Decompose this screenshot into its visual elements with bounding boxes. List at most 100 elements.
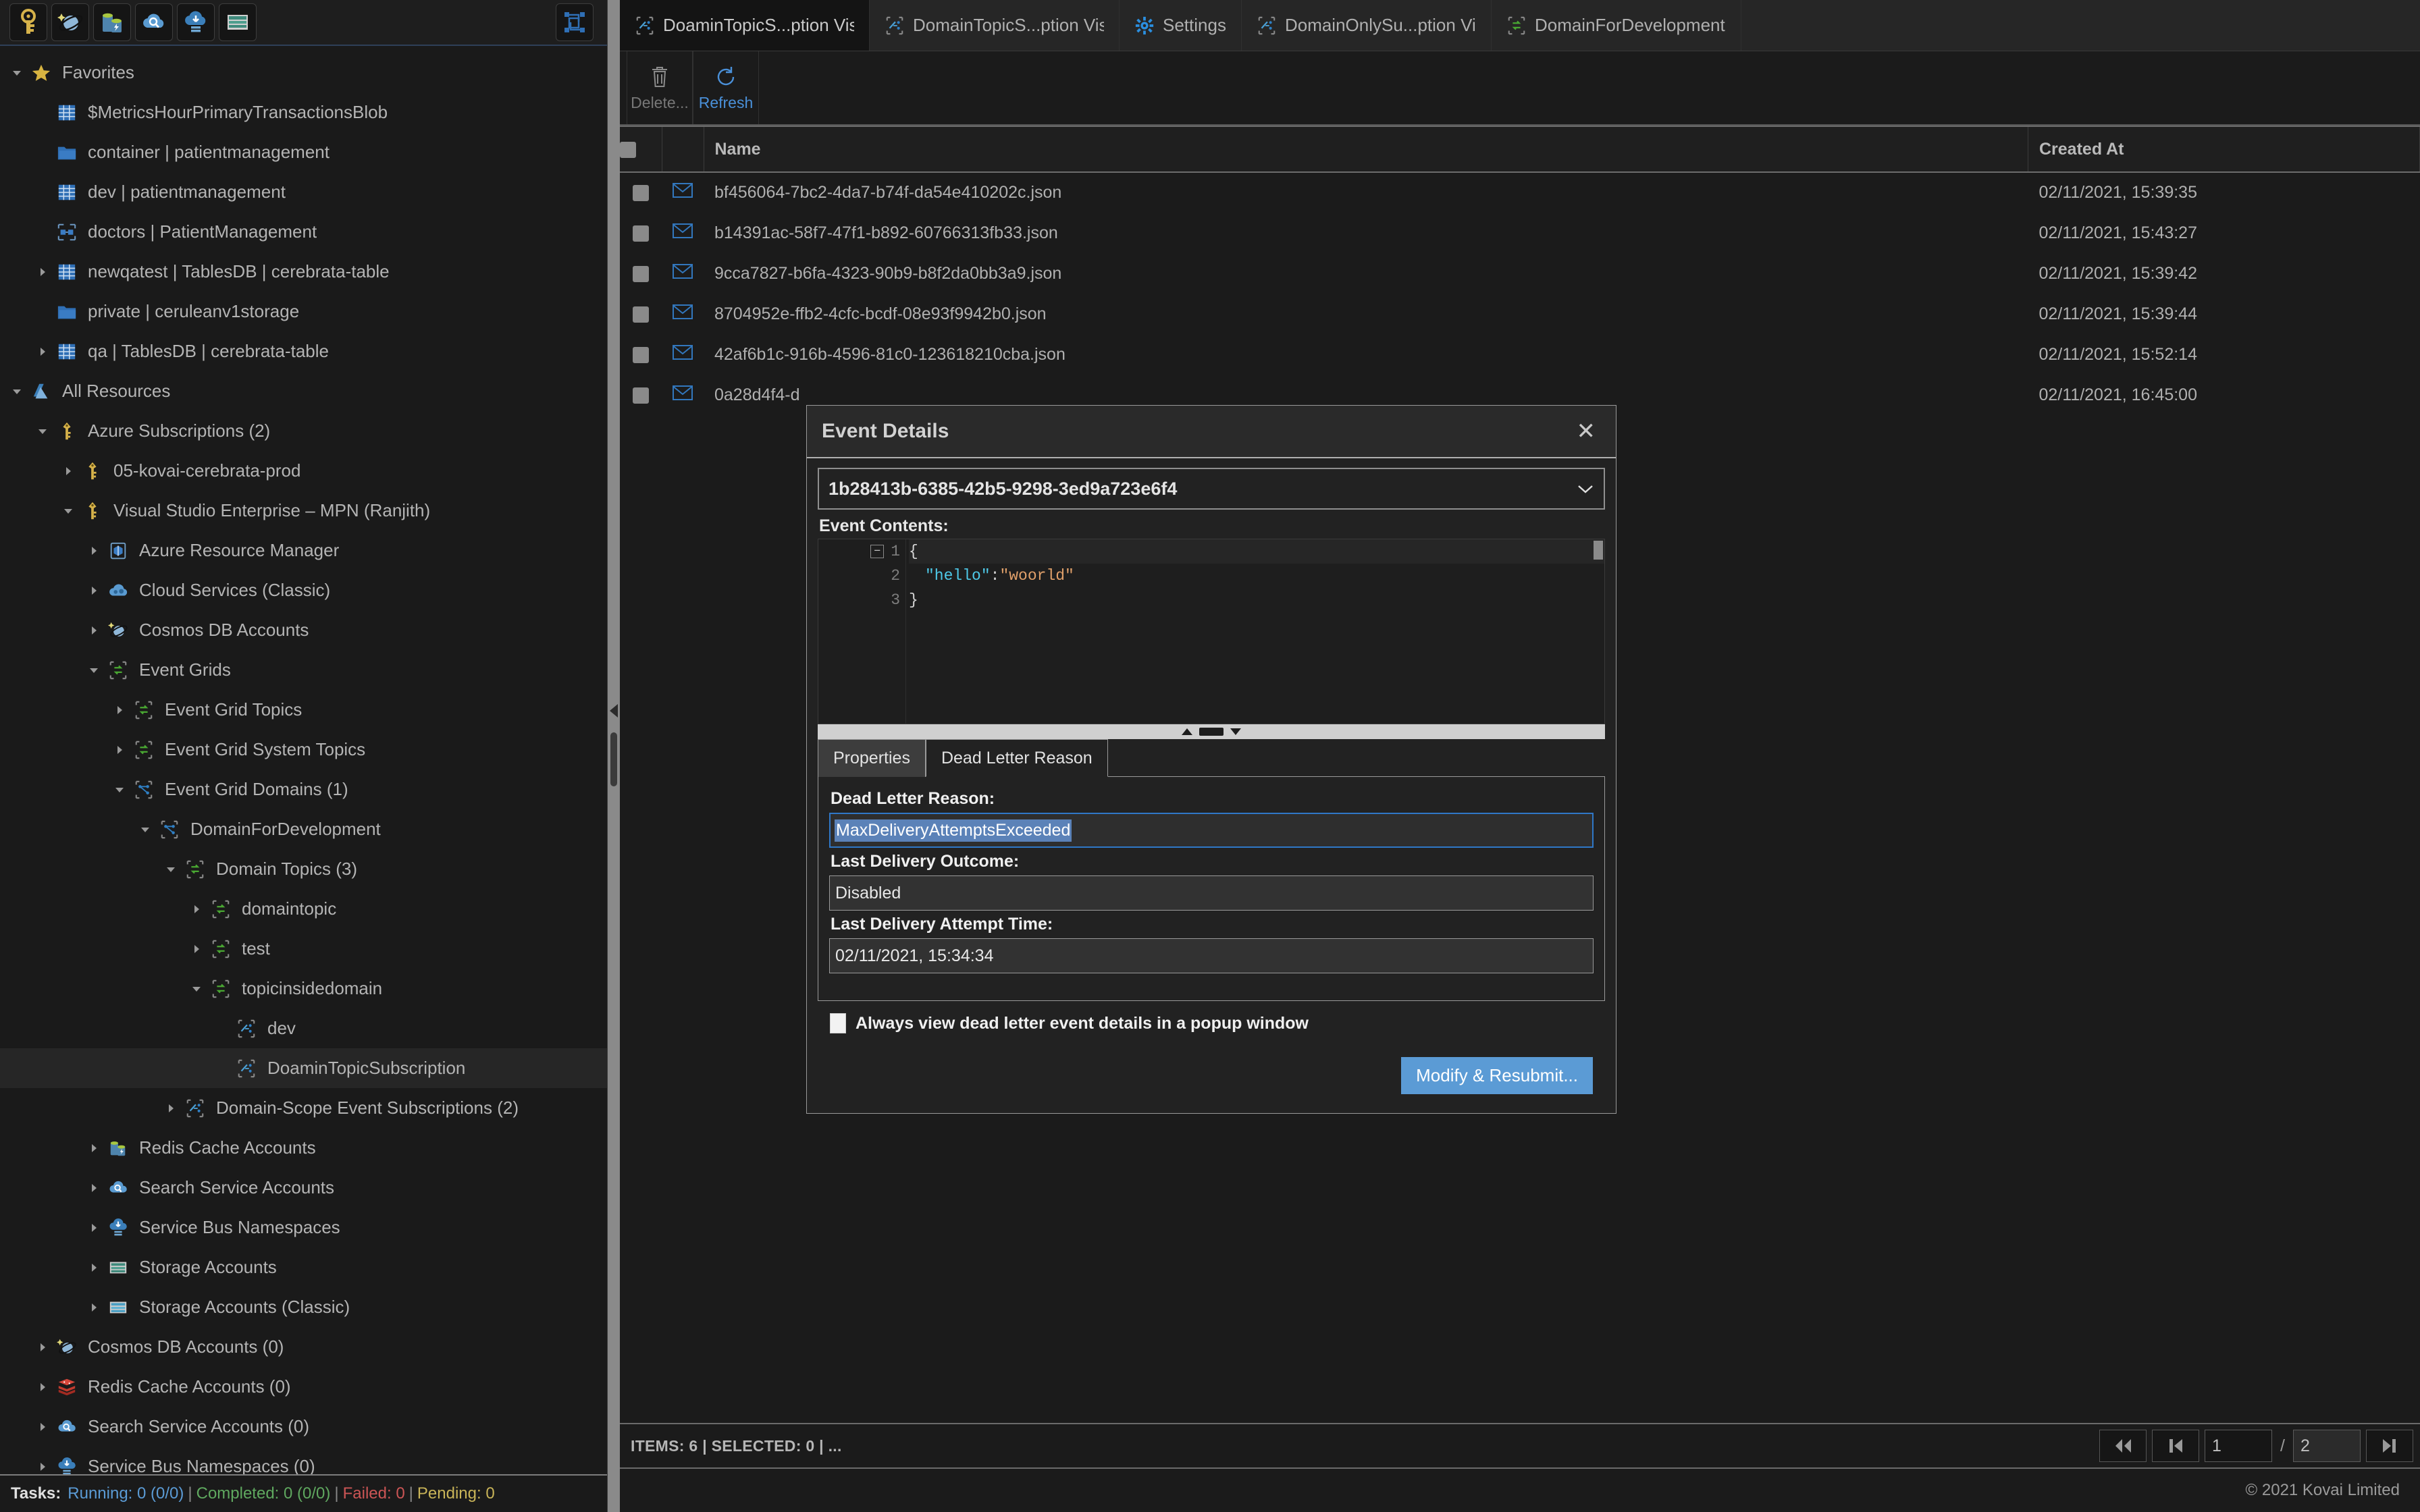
last-page-button[interactable] bbox=[2366, 1430, 2413, 1462]
chevron-down-icon[interactable] bbox=[159, 863, 182, 875]
always-popup-row[interactable]: Always view dead letter event details in… bbox=[830, 1013, 1593, 1033]
tree-item-test[interactable]: test bbox=[0, 929, 607, 969]
tab-properties[interactable]: Properties bbox=[818, 739, 926, 777]
splitter-down-icon[interactable] bbox=[1230, 728, 1241, 735]
row-checkbox[interactable] bbox=[633, 185, 649, 202]
event-contents-editor[interactable]: −1 2 3 { "hello" : "woorld" } bbox=[818, 539, 1605, 724]
chevron-right-icon[interactable] bbox=[82, 1142, 105, 1154]
event-id-dropdown[interactable]: 1b28413b-6385-42b5-9298-3ed9a723e6f4 bbox=[818, 468, 1605, 510]
tree-item-storage-accounts[interactable]: Storage Accounts bbox=[0, 1247, 607, 1287]
tree-item-domain-topics-3[interactable]: Domain Topics (3) bbox=[0, 849, 607, 889]
tree-item-private-ceruleanv1storage[interactable]: private | ceruleanv1storage bbox=[0, 292, 607, 331]
tree-item-redis-cache-accounts[interactable]: Redis Cache Accounts bbox=[0, 1128, 607, 1168]
tree-item-storage-accounts-classic[interactable]: Storage Accounts (Classic) bbox=[0, 1287, 607, 1327]
always-popup-checkbox[interactable] bbox=[830, 1013, 846, 1033]
delete-button[interactable]: Delete... bbox=[627, 51, 693, 124]
tree-item-service-bus-namespaces-0[interactable]: Service Bus Namespaces (0) bbox=[0, 1447, 607, 1474]
tree-item-event-grids[interactable]: Event Grids bbox=[0, 650, 607, 690]
chevron-right-icon[interactable] bbox=[82, 585, 105, 597]
tree-item-topicinsidedomain[interactable]: topicinsidedomain bbox=[0, 969, 607, 1008]
chevron-right-icon[interactable] bbox=[108, 744, 131, 756]
close-icon[interactable]: ✕ bbox=[1571, 420, 1602, 443]
tree-item-azure-resource-manager[interactable]: Azure Resource Manager bbox=[0, 531, 607, 570]
row-name-cell[interactable]: bf456064-7bc2-4da7-b74f-da54e410202c.jso… bbox=[704, 172, 2028, 213]
chevron-down-icon[interactable] bbox=[108, 784, 131, 796]
chevron-right-icon[interactable] bbox=[31, 1381, 54, 1393]
tree-item-domain-scope-event-subscriptions-2[interactable]: Domain-Scope Event Subscriptions (2) bbox=[0, 1088, 607, 1128]
select-all-checkbox[interactable] bbox=[620, 141, 636, 158]
service-bus-icon[interactable] bbox=[177, 3, 215, 41]
chevron-right-icon[interactable] bbox=[82, 545, 105, 557]
chevron-right-icon[interactable] bbox=[31, 346, 54, 358]
tree-item-cosmos-db-accounts-0[interactable]: Cosmos DB Accounts (0) bbox=[0, 1327, 607, 1367]
chevron-right-icon[interactable] bbox=[159, 1102, 182, 1114]
layout-icon[interactable] bbox=[556, 3, 594, 41]
search-service-icon[interactable] bbox=[135, 3, 173, 41]
chevron-down-icon[interactable] bbox=[185, 983, 208, 995]
splitter-grip[interactable] bbox=[610, 732, 617, 786]
row-checkbox[interactable] bbox=[633, 306, 649, 323]
tree-item-all-resources[interactable]: All Resources bbox=[0, 371, 607, 411]
row-name-cell[interactable]: 8704952e-ffb2-4cfc-bcdf-08e93f9942b0.jso… bbox=[704, 294, 2028, 334]
row-select-cell[interactable] bbox=[620, 375, 662, 415]
chevron-down-icon[interactable] bbox=[82, 664, 105, 676]
chevron-right-icon[interactable] bbox=[108, 704, 131, 716]
table-row[interactable]: 8704952e-ffb2-4cfc-bcdf-08e93f9942b0.jso… bbox=[620, 294, 2420, 334]
chevron-right-icon[interactable] bbox=[31, 1341, 54, 1353]
chevron-down-icon[interactable] bbox=[57, 505, 80, 517]
tab-dead-letter-reason[interactable]: Dead Letter Reason bbox=[925, 739, 1108, 777]
tree-item-cosmos-db-accounts[interactable]: Cosmos DB Accounts bbox=[0, 610, 607, 650]
tab-settings[interactable]: Settings bbox=[1120, 0, 1242, 51]
panel-splitter[interactable] bbox=[608, 0, 620, 1512]
resource-tree[interactable]: Favorites $MetricsHourPrimaryTransactions… bbox=[0, 46, 607, 1474]
previous-page-button[interactable] bbox=[2152, 1430, 2200, 1462]
name-header[interactable]: Name bbox=[704, 126, 2028, 173]
chevron-down-icon[interactable] bbox=[5, 67, 28, 79]
tree-item-visual-studio-enterprise-mpn-ranjith[interactable]: Visual Studio Enterprise – MPN (Ranjith) bbox=[0, 491, 607, 531]
chevron-right-icon[interactable] bbox=[82, 624, 105, 637]
collapse-arrow-icon[interactable] bbox=[610, 704, 618, 718]
tree-item-search-service-accounts-0[interactable]: Search Service Accounts (0) bbox=[0, 1407, 607, 1447]
row-select-cell[interactable] bbox=[620, 213, 662, 253]
modify-resubmit-button[interactable]: Modify & Resubmit... bbox=[1401, 1057, 1593, 1094]
row-select-cell[interactable] bbox=[620, 334, 662, 375]
tree-item-search-service-accounts[interactable]: Search Service Accounts bbox=[0, 1168, 607, 1208]
current-page-input[interactable] bbox=[2205, 1430, 2273, 1462]
tree-item-dev[interactable]: dev bbox=[0, 1008, 607, 1048]
tree-item-cloud-services-classic[interactable]: Cloud Services (Classic) bbox=[0, 570, 607, 610]
tree-item-redis-cache-accounts-0[interactable]: Redis Cache Accounts (0) bbox=[0, 1367, 607, 1407]
row-select-cell[interactable] bbox=[620, 253, 662, 294]
table-row[interactable]: 9cca7827-b6fa-4323-90b9-b8f2da0bb3a9.jso… bbox=[620, 253, 2420, 294]
chevron-down-icon[interactable] bbox=[134, 824, 157, 836]
azure-key-icon[interactable] bbox=[9, 3, 47, 41]
chevron-down-icon[interactable] bbox=[5, 385, 28, 398]
pagination-controls[interactable]: / 2 bbox=[2099, 1430, 2413, 1462]
chevron-down-icon[interactable] bbox=[31, 425, 54, 437]
editor-scrollbar[interactable] bbox=[1594, 541, 1603, 560]
chevron-right-icon[interactable] bbox=[82, 1182, 105, 1194]
chevron-right-icon[interactable] bbox=[57, 465, 80, 477]
tree-item-event-grid-domains-1[interactable]: Event Grid Domains (1) bbox=[0, 770, 607, 809]
cosmos-db-icon[interactable] bbox=[51, 3, 89, 41]
tree-item-event-grid-topics[interactable]: Event Grid Topics bbox=[0, 690, 607, 730]
tree-item-doamintopicsubscription[interactable]: DoaminTopicSubscription bbox=[0, 1048, 607, 1088]
tree-item-event-grid-system-topics[interactable]: Event Grid System Topics bbox=[0, 730, 607, 770]
row-name-cell[interactable]: 9cca7827-b6fa-4323-90b9-b8f2da0bb3a9.jso… bbox=[704, 253, 2028, 294]
table-row[interactable]: 42af6b1c-916b-4596-81c0-123618210cba.jso… bbox=[620, 334, 2420, 375]
dead-letter-reason-field[interactable]: MaxDeliveryAttemptsExceeded bbox=[829, 813, 1594, 848]
chevron-right-icon[interactable] bbox=[185, 903, 208, 915]
tree-item-dev-patientmanagement[interactable]: dev | patientmanagement bbox=[0, 172, 607, 212]
tree-item-domainfordevelopment[interactable]: DomainForDevelopment bbox=[0, 809, 607, 849]
row-checkbox[interactable] bbox=[633, 346, 649, 363]
tree-item-newqatest-tablesdb-cerebrata-table[interactable]: newqatest | TablesDB | cerebrata-table bbox=[0, 252, 607, 292]
tree-item-05-kovai-cerebrata-prod[interactable]: 05-kovai-cerebrata-prod bbox=[0, 451, 607, 491]
tree-item-service-bus-namespaces[interactable]: Service Bus Namespaces bbox=[0, 1208, 607, 1247]
tree-item-metricshourprimarytransactionsblob[interactable]: $MetricsHourPrimaryTransactionsBlob bbox=[0, 92, 607, 132]
row-checkbox[interactable] bbox=[633, 387, 649, 404]
last-delivery-outcome-field[interactable]: Disabled bbox=[829, 875, 1594, 911]
dialog-tabs[interactable]: Properties Dead Letter Reason bbox=[818, 739, 1605, 777]
splitter-handle[interactable] bbox=[1199, 728, 1224, 736]
tab-doamintopics-ption-visual[interactable]: DoaminTopicS...ption Visual bbox=[620, 0, 870, 51]
fold-icon[interactable]: − bbox=[870, 545, 885, 558]
tree-item-container-patientmanagement[interactable]: container | patientmanagement bbox=[0, 132, 607, 172]
